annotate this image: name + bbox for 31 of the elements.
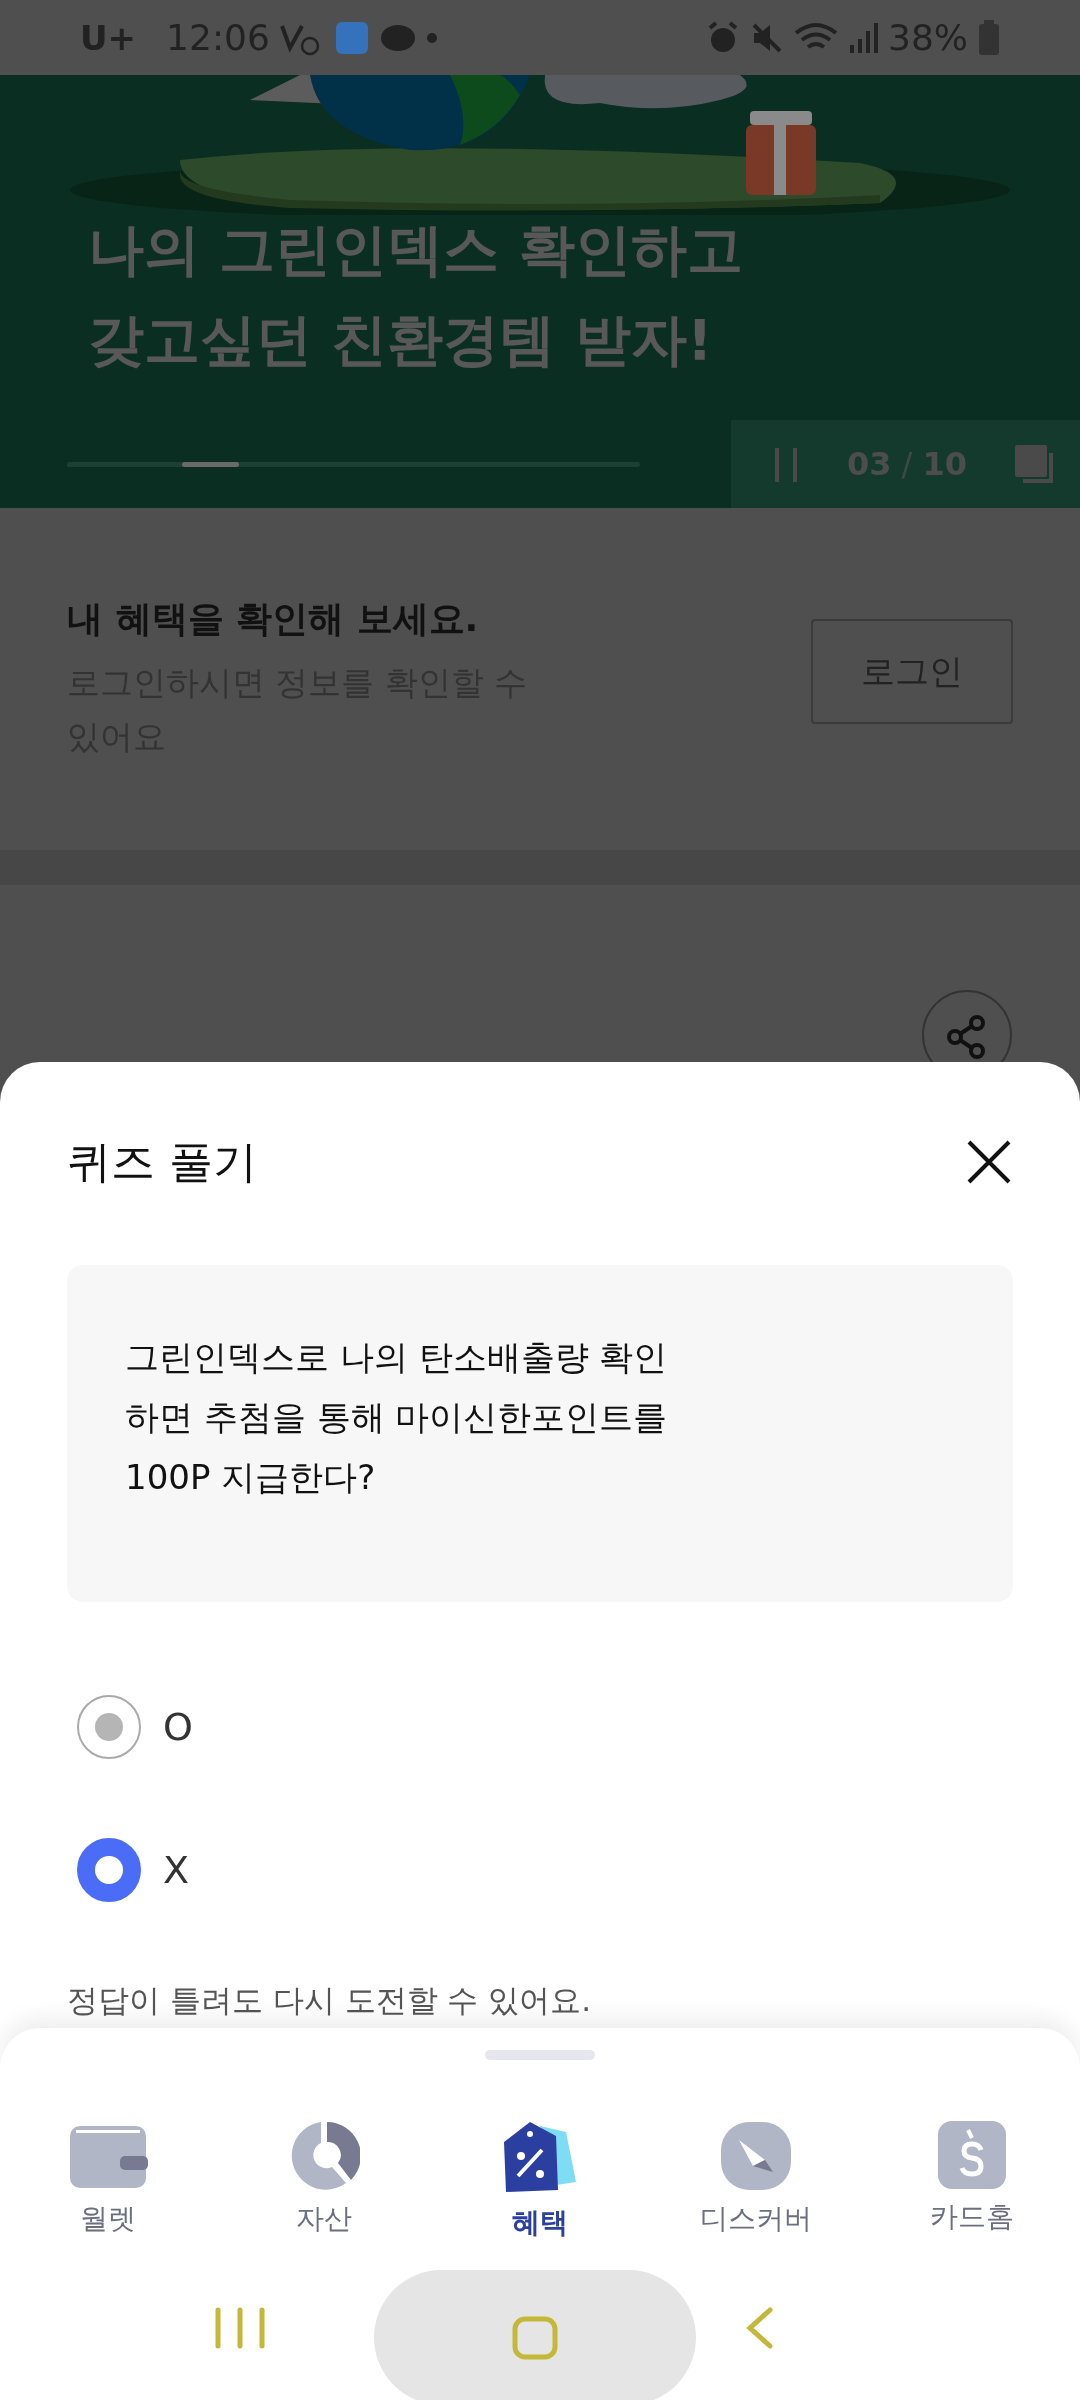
slide-total: 10 xyxy=(922,445,967,483)
nav-tab[interactable]: 월렛 xyxy=(0,2120,216,2242)
nav-tab[interactable]: 자산 xyxy=(216,2120,432,2242)
sheet-title: 퀴즈 풀기 xyxy=(67,1134,257,1189)
nav-tab[interactable]: 디스커버 xyxy=(648,2120,864,2242)
nav-tab[interactable]: 카드홈 xyxy=(864,2120,1080,2242)
signal-icon xyxy=(848,20,878,55)
option-label: O xyxy=(163,1705,193,1749)
dot-icon xyxy=(425,31,438,44)
alarm-icon xyxy=(706,20,740,55)
banner-headline: 갖고싶던 친환경템 받자! xyxy=(88,306,714,374)
banner-headline: 나의 그린인덱스 확인하고 xyxy=(88,216,744,284)
carousel-progress-thumb xyxy=(181,461,239,467)
stacked-squares-icon[interactable] xyxy=(1013,443,1055,485)
close-icon[interactable] xyxy=(965,1138,1013,1186)
home-icon xyxy=(512,2315,558,2360)
drag-handle[interactable] xyxy=(485,2050,595,2060)
app-notification-icon xyxy=(333,19,370,56)
card-home-icon xyxy=(937,2120,1007,2190)
radio-button[interactable] xyxy=(77,1838,141,1902)
slide-number: 03 xyxy=(847,445,892,483)
option-label: X xyxy=(163,1848,190,1892)
question-text: 그린인덱스로 나의 탄소배출량 확인 xyxy=(125,1336,669,1379)
nav-tab[interactable]: 혜택 xyxy=(432,2120,648,2242)
question-text: 100P 지급한다? xyxy=(125,1456,377,1499)
slide-separator: / xyxy=(901,445,913,483)
chat-icon xyxy=(379,22,416,53)
question-text: 하면 추첨을 통해 마이신한포인트를 xyxy=(125,1396,669,1439)
benefit-prompt-title: 내 혜택을 확인해 보세요. xyxy=(67,596,480,641)
hint-text: 정답이 틀려도 다시 도전할 수 있어요. xyxy=(67,1981,593,2020)
battery-icon xyxy=(978,19,1000,56)
